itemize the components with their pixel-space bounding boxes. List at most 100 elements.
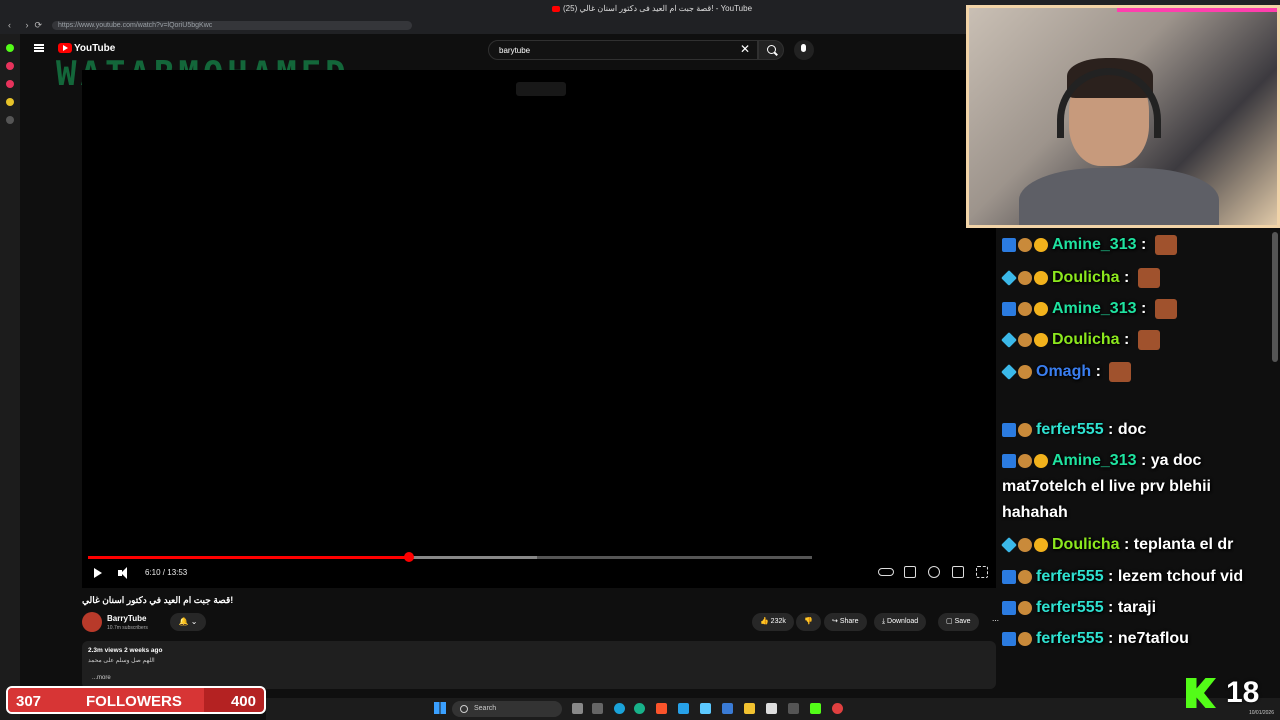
edge-icon[interactable] [614,703,625,714]
description-line: اللهم صل وسلم على محمد [88,658,155,664]
chat-emote-icon [1109,361,1132,382]
chat-badge-icon [1018,237,1032,252]
save-button[interactable]: ▢ Save [938,613,979,631]
youtube-logo-text: YouTube [74,43,116,54]
chat-username[interactable]: Doulicha [1052,269,1120,286]
chat-badge-icon [1034,332,1048,347]
chat-username[interactable]: ferfer555 [1036,568,1104,585]
share-icon: ↪ [832,618,840,625]
taskbar-search[interactable]: Search [452,701,562,717]
chat-badge-icon [1018,301,1032,316]
play-icon[interactable] [94,568,102,578]
address-bar: ‹ ›⟳ https://www.youtube.com/watch?v=lQo… [0,18,966,34]
chat-separator: : [1103,568,1118,585]
nav-buttons[interactable]: ‹ ›⟳ [8,20,48,31]
store-icon[interactable] [766,703,777,714]
chat-message: Doulicha : [1001,265,1268,291]
url-field[interactable]: https://www.youtube.com/watch?v=lQoriU5b… [52,21,412,30]
chat-badge-icon [1018,569,1032,584]
chat-badge-icon [1001,269,1017,286]
youtube-favicon-icon [552,5,560,12]
subscriber-count: 10.7m subscribers [107,625,148,631]
chat-badge-icon [1018,600,1032,615]
close-icon[interactable]: ✕ [740,42,750,56]
chat-username[interactable]: ferfer555 [1036,630,1104,647]
chat-username[interactable]: Amine_313 [1052,236,1137,253]
sidebar-app-icon[interactable] [6,44,14,52]
youtube-logo[interactable]: YouTube [58,43,115,54]
notification-bell-icon[interactable]: 🔔 ⌄ [170,613,206,631]
video-player[interactable]: 6:10 / 13:53 [82,70,996,588]
webcam-accent-bar [1117,8,1277,12]
chat-emote-icon [1137,267,1160,288]
search-button[interactable] [758,40,784,60]
chat-message: Omagh : [1001,359,1268,385]
brave-icon[interactable] [656,703,667,714]
description-box[interactable]: 2.3m views 2 weeks ago اللهم صل وسلم على… [82,641,996,689]
more-link[interactable]: ...more [92,675,111,681]
app-icon[interactable] [678,703,689,714]
sidebar-app-icon[interactable] [6,80,14,88]
chat-username[interactable]: ferfer555 [1036,599,1104,616]
miniplayer-icon[interactable] [952,566,964,578]
chat-separator: : [1103,630,1118,647]
chat-separator: : [1103,599,1118,616]
chat-separator: : [1119,269,1134,286]
channel-avatar[interactable] [82,612,102,632]
chat-separator: : [1091,363,1106,380]
chat-username[interactable]: Amine_313 [1052,300,1137,317]
chat-badge-icon [1018,422,1032,437]
chat-text: teplanta el dr [1133,536,1234,553]
dislike-button[interactable]: 👎 [796,613,821,631]
sidebar-add-icon[interactable] [6,116,14,124]
menu-icon[interactable] [34,44,44,52]
obs-icon[interactable] [832,703,843,714]
chat-message: Doulicha : teplanta el dr [1001,532,1268,558]
chat-badge-icon [1034,453,1048,468]
chat-username[interactable]: ferfer555 [1036,421,1104,438]
folder-icon[interactable] [744,703,755,714]
app-icon[interactable] [592,703,603,714]
autoplay-toggle[interactable] [878,568,894,576]
channel-name[interactable]: BarryTube [107,614,146,623]
taskbar: Search 10/01/2026 [266,698,1280,720]
like-button[interactable]: 👍 232k [752,613,794,631]
task-view-icon[interactable] [572,703,583,714]
mail-icon[interactable] [722,703,733,714]
tab-title[interactable]: (25) قصة جبت ام العيد فى دكتور اسنان غال… [552,4,752,13]
windows-start-icon[interactable] [434,702,446,714]
chat-badge-icon [1034,237,1048,252]
chat-badge-icon [1018,364,1032,379]
download-button[interactable]: ⤓ Download [874,613,927,631]
page-scrollbar[interactable] [1272,232,1278,362]
followers-current: 307 [16,693,42,710]
viewer-count: 18 [1226,676,1260,709]
fullscreen-icon[interactable] [976,566,988,578]
volume-icon[interactable] [118,567,130,579]
save-label: Save [954,618,971,625]
microphone-icon[interactable] [794,40,814,60]
sidebar-app-icon[interactable] [6,62,14,70]
youtube-play-logo-icon [58,43,72,54]
chat-username[interactable]: Doulicha [1052,536,1120,553]
chat-separator: : [1136,300,1151,317]
chat-badge-icon [1001,536,1017,553]
sidebar-app-icon[interactable] [6,98,14,106]
share-button[interactable]: ↪ Share [824,613,867,631]
chat-badge-icon [1018,332,1032,347]
chat-username[interactable]: Omagh [1036,363,1091,380]
chat-username[interactable]: Amine_313 [1052,452,1137,469]
scrubber-handle[interactable] [404,552,415,562]
progress-bar[interactable] [88,552,812,562]
subtitles-icon[interactable] [904,566,916,578]
calculator-icon[interactable] [788,703,799,714]
video-title: قصة جبت ام العيد في دكتور اسنان غالي! [82,595,234,605]
chat-username[interactable]: Doulicha [1052,331,1120,348]
search-input[interactable]: barytube [488,40,758,60]
chat-separator: : [1103,421,1118,438]
edge-dev-icon[interactable] [634,703,645,714]
app-icon[interactable] [810,703,821,714]
app-icon[interactable] [700,703,711,714]
browser-sidebar [0,34,20,720]
settings-gear-icon[interactable] [928,566,940,578]
